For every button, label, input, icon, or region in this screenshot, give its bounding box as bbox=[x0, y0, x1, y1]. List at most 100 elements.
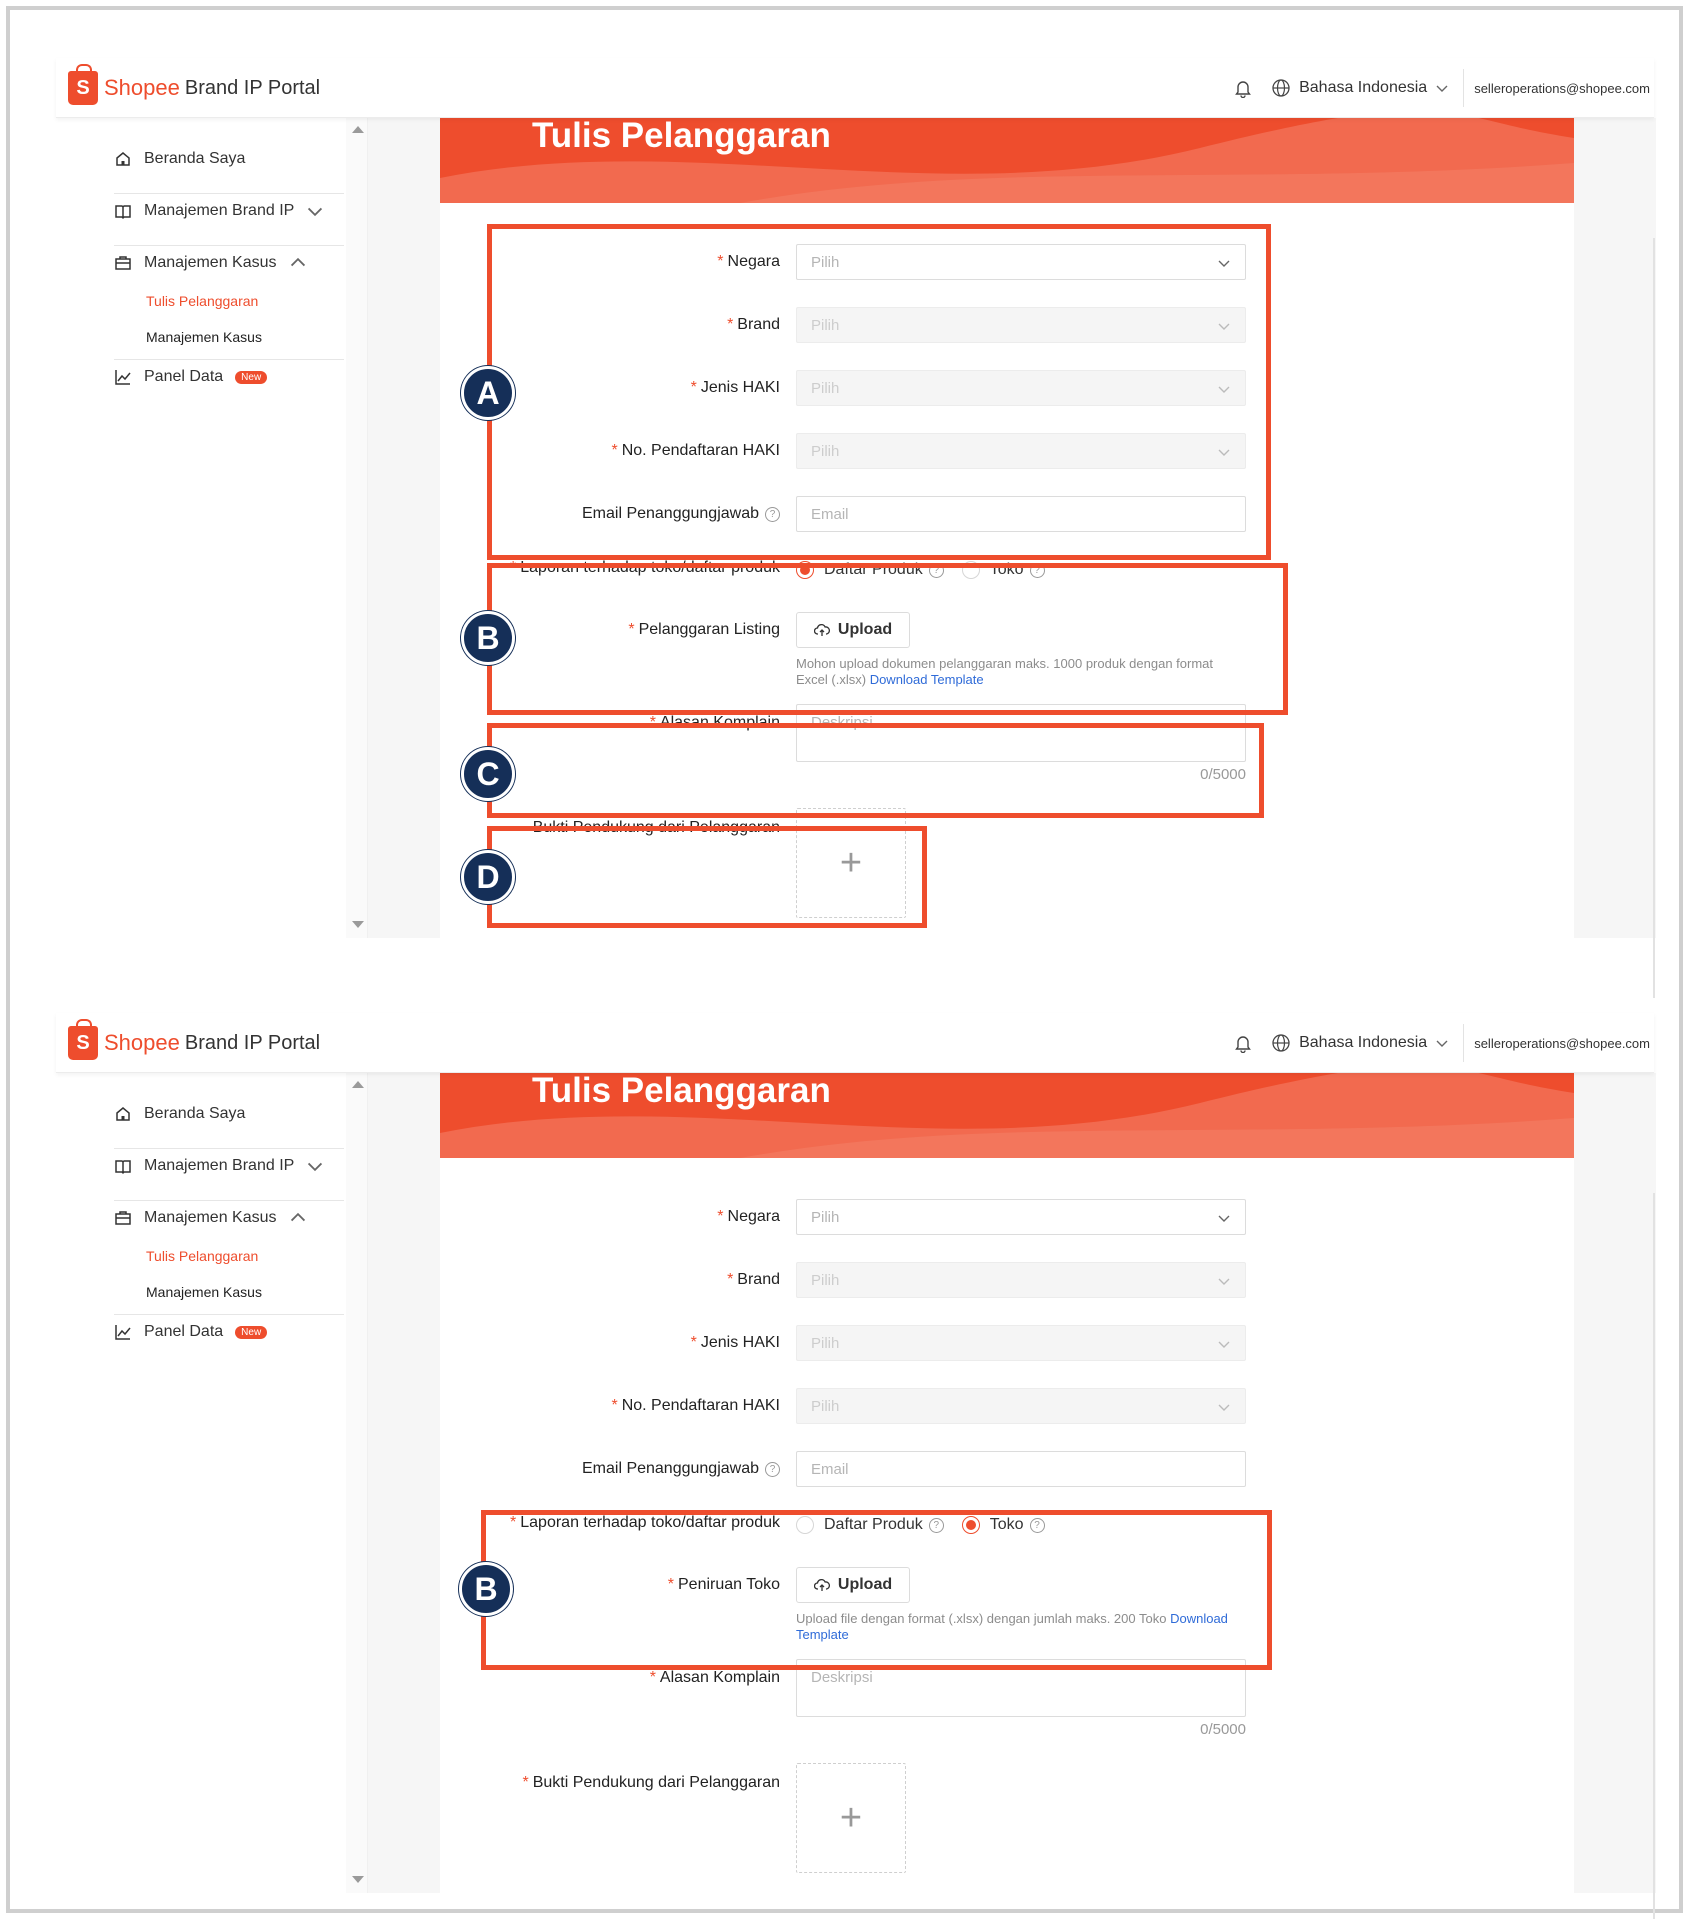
sidebar-subitem-case-management[interactable]: Manajemen Kasus bbox=[146, 1284, 262, 1300]
new-badge: New bbox=[235, 370, 268, 384]
logo-brand-text: Shopee bbox=[104, 1030, 180, 1055]
chart-icon bbox=[115, 370, 131, 385]
scroll-down-arrow-icon[interactable] bbox=[352, 1876, 364, 1883]
required-marker: * bbox=[690, 1334, 697, 1351]
highlight-box-d bbox=[487, 826, 927, 928]
briefcase-icon bbox=[115, 256, 131, 270]
annotation-marker-b: B bbox=[459, 1562, 513, 1616]
divider bbox=[114, 193, 344, 194]
select-placeholder: Pilih bbox=[811, 1397, 840, 1415]
sidebar-scrollbar[interactable] bbox=[346, 1073, 368, 1893]
annotation-marker-a: A bbox=[461, 366, 515, 420]
sidebar-item-panel-data[interactable]: Panel Data New bbox=[114, 368, 268, 386]
sidebar: Beranda Saya Manajemen Brand IP Manajeme… bbox=[56, 1073, 346, 1893]
required-marker: * bbox=[717, 1208, 724, 1225]
character-counter: 0/5000 bbox=[1200, 1721, 1246, 1738]
divider bbox=[114, 245, 344, 246]
sidebar-scrollbar[interactable] bbox=[346, 118, 368, 938]
form-panel: Tulis Pelanggaran * Negara Pilih * Brand P… bbox=[440, 1073, 1574, 1893]
screenshot-product-list: S Shopee Brand IP Portal Bahasa Indonesi… bbox=[56, 58, 1656, 998]
label-text: No. Pendaftaran HAKI bbox=[621, 1397, 780, 1414]
home-icon bbox=[116, 1107, 130, 1121]
chevron-down-icon bbox=[308, 207, 323, 217]
page-scrollbar[interactable] bbox=[1652, 118, 1656, 998]
ip-type-label: * Jenis HAKI bbox=[691, 1334, 780, 1352]
portal-logo[interactable]: S Shopee Brand IP Portal bbox=[68, 64, 321, 111]
account-email[interactable]: selleroperations@shopee.com bbox=[1474, 81, 1650, 96]
brand-label: * Brand bbox=[727, 1271, 780, 1289]
sidebar-item-home[interactable]: Beranda Saya bbox=[114, 1105, 245, 1123]
ip-registration-select[interactable]: Pilih bbox=[796, 1388, 1246, 1424]
label-text: Negara bbox=[727, 1208, 780, 1225]
globe-icon bbox=[1272, 1034, 1290, 1052]
pic-email-input[interactable]: Email bbox=[796, 1451, 1246, 1487]
ip-type-select[interactable]: Pilih bbox=[796, 1325, 1246, 1361]
sidebar-item-brand-management[interactable]: Manajemen Brand IP bbox=[114, 1157, 336, 1175]
logo-portal-text: Brand IP Portal bbox=[184, 76, 321, 99]
select-placeholder: Pilih bbox=[811, 1271, 840, 1289]
globe-icon bbox=[1272, 79, 1290, 97]
complaint-reason-label: * Alasan Komplain bbox=[650, 1669, 780, 1687]
home-icon bbox=[116, 152, 130, 166]
evidence-upload-dropzone[interactable]: + bbox=[796, 1763, 906, 1873]
sidebar-subitem-case-management[interactable]: Manajemen Kasus bbox=[146, 329, 262, 345]
language-selector[interactable]: Bahasa Indonesia bbox=[1299, 1034, 1427, 1052]
chevron-up-icon bbox=[290, 257, 305, 267]
sidebar-item-label: Manajemen Brand IP bbox=[144, 202, 295, 219]
chevron-down-icon bbox=[1218, 1215, 1230, 1222]
sidebar-item-label: Manajemen Kasus bbox=[144, 254, 277, 271]
chevron-down-icon bbox=[1218, 1341, 1230, 1348]
account-email[interactable]: selleroperations@shopee.com bbox=[1474, 1036, 1650, 1051]
sidebar-item-case-management[interactable]: Manajemen Kasus bbox=[114, 254, 319, 272]
country-select[interactable]: Pilih bbox=[796, 1199, 1246, 1235]
bell-icon[interactable] bbox=[1233, 1033, 1253, 1053]
sidebar-subitem-write-violation[interactable]: Tulis Pelanggaran bbox=[146, 293, 258, 309]
annotation-marker-d: D bbox=[461, 850, 515, 904]
new-badge: New bbox=[235, 1325, 268, 1339]
chevron-down-icon[interactable] bbox=[1435, 81, 1449, 95]
screenshot-shop: S Shopee Brand IP Portal Bahasa Indonesi… bbox=[56, 1013, 1656, 1919]
sidebar-item-label: Beranda Saya bbox=[144, 1105, 246, 1122]
label-text: Bukti Pendukung dari Pelanggaran bbox=[532, 1774, 780, 1791]
select-placeholder: Pilih bbox=[811, 1334, 840, 1352]
divider bbox=[1463, 69, 1465, 107]
help-icon[interactable]: ? bbox=[765, 1462, 780, 1477]
sidebar-item-case-management[interactable]: Manajemen Kasus bbox=[114, 1209, 319, 1227]
annotation-marker-b: B bbox=[461, 611, 515, 665]
shopee-bag-icon: S bbox=[68, 1019, 98, 1060]
portal-logo[interactable]: S Shopee Brand IP Portal bbox=[68, 1019, 321, 1066]
chevron-down-icon[interactable] bbox=[1435, 1036, 1449, 1050]
plus-icon: + bbox=[839, 1797, 863, 1839]
annotation-marker-c: C bbox=[461, 747, 515, 801]
chevron-down-icon bbox=[1218, 1404, 1230, 1411]
divider bbox=[114, 1200, 344, 1201]
top-bar: S Shopee Brand IP Portal Bahasa Indonesi… bbox=[56, 1013, 1654, 1073]
label-text: Email Penanggungjawab bbox=[581, 1460, 759, 1477]
sidebar-item-label: Panel Data bbox=[144, 368, 224, 385]
brand-select[interactable]: Pilih bbox=[796, 1262, 1246, 1298]
logo-brand-text: Shopee bbox=[104, 75, 180, 100]
logo-portal-text: Brand IP Portal bbox=[184, 1031, 321, 1054]
sidebar-item-brand-management[interactable]: Manajemen Brand IP bbox=[114, 202, 336, 220]
shopee-bag-icon: S bbox=[68, 64, 98, 105]
sidebar-item-home[interactable]: Beranda Saya bbox=[114, 150, 245, 168]
bell-icon[interactable] bbox=[1233, 78, 1253, 98]
scroll-up-arrow-icon[interactable] bbox=[352, 1081, 364, 1088]
top-bar: S Shopee Brand IP Portal Bahasa Indonesi… bbox=[56, 58, 1654, 118]
chevron-down-icon bbox=[308, 1162, 323, 1172]
language-selector[interactable]: Bahasa Indonesia bbox=[1299, 79, 1427, 97]
country-label: * Negara bbox=[717, 1208, 780, 1226]
divider bbox=[114, 1148, 344, 1149]
scroll-up-arrow-icon[interactable] bbox=[352, 126, 364, 133]
required-marker: * bbox=[611, 1397, 618, 1414]
chevron-down-icon bbox=[1218, 1278, 1230, 1285]
figure-frame: S Shopee Brand IP Portal Bahasa Indonesi… bbox=[6, 6, 1683, 1919]
sidebar-subitem-write-violation[interactable]: Tulis Pelanggaran bbox=[146, 1248, 258, 1264]
scroll-down-arrow-icon[interactable] bbox=[352, 921, 364, 928]
page-scrollbar[interactable] bbox=[1652, 1073, 1656, 1919]
highlight-box-b bbox=[481, 1510, 1272, 1670]
required-marker: * bbox=[649, 1669, 656, 1686]
divider bbox=[1463, 1024, 1465, 1062]
highlight-box-c bbox=[487, 723, 1264, 818]
sidebar-item-panel-data[interactable]: Panel Data New bbox=[114, 1323, 268, 1341]
